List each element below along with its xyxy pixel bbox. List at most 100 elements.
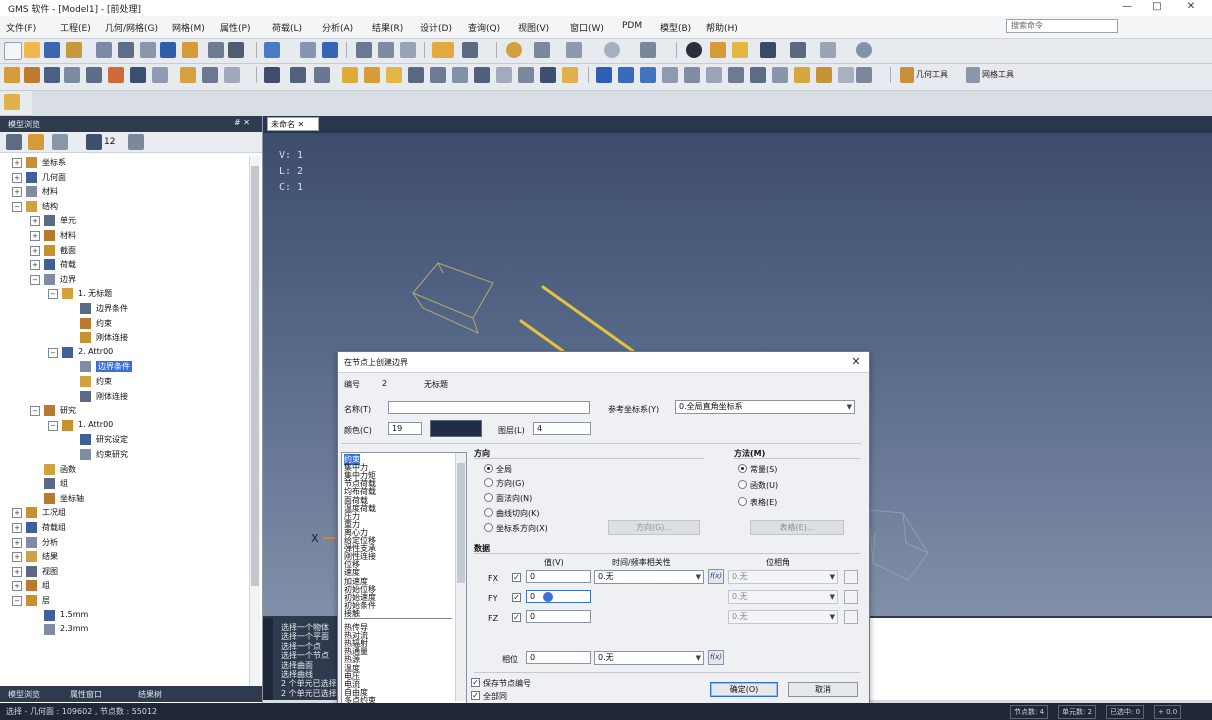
model-tree-scrollbar[interactable] <box>249 156 260 686</box>
trim-icon[interactable] <box>430 67 446 83</box>
tree-item[interactable]: + 组 <box>0 579 248 593</box>
list-icon[interactable] <box>140 42 156 58</box>
tree-expander-icon[interactable]: + <box>30 260 40 271</box>
fy-table-icon[interactable] <box>844 590 858 604</box>
tree-expander-icon[interactable]: − <box>12 596 22 606</box>
method-radio-constant[interactable] <box>738 464 747 473</box>
tree-item[interactable]: − 1. Attr00 <box>0 419 248 433</box>
boundary-icon[interactable] <box>130 67 146 83</box>
tree-expander-icon[interactable]: + <box>12 523 22 533</box>
ok-button[interactable]: 确定(O) <box>710 682 778 697</box>
tree-expander-icon[interactable]: − <box>48 289 58 300</box>
box-icon[interactable] <box>400 42 416 58</box>
geometry-tool-button[interactable]: 几何工具 <box>916 69 948 80</box>
mirror-icon[interactable] <box>540 67 556 83</box>
column-icon[interactable] <box>706 67 722 83</box>
tree-icon[interactable] <box>28 134 44 150</box>
boundary-type-scrollbar[interactable] <box>455 453 466 701</box>
distribute-icon[interactable] <box>378 42 394 58</box>
table-view-icon[interactable] <box>838 67 854 83</box>
material-icon[interactable] <box>44 67 60 83</box>
same-all-checkbox[interactable]: ✓ <box>471 691 480 700</box>
tree-expander-icon[interactable]: + <box>30 216 40 227</box>
tree-item[interactable]: + 截面 <box>0 244 248 258</box>
dialog-close-button[interactable]: ✕ <box>848 355 864 369</box>
menu-view[interactable]: 视图(V) <box>518 21 549 34</box>
tab-property-window[interactable]: 属性窗口 <box>70 689 102 700</box>
fx-table-icon[interactable] <box>844 570 858 584</box>
tree-item[interactable]: + 坐标系 <box>0 156 248 170</box>
print-icon[interactable] <box>228 42 244 58</box>
tree-item[interactable]: 1.5mm <box>0 609 248 623</box>
tree-item[interactable]: + 材料 <box>0 185 248 199</box>
tree-item[interactable]: + 荷载 <box>0 258 248 272</box>
lock-icon[interactable] <box>816 67 832 83</box>
menu-model[interactable]: 模型(B) <box>660 21 691 34</box>
scrollbar-thumb[interactable] <box>251 166 259 586</box>
name-input[interactable] <box>388 401 590 414</box>
color-input[interactable]: 19 <box>388 422 422 435</box>
extrude-icon[interactable] <box>342 67 358 83</box>
tree-item[interactable]: − 1. 无标题 <box>0 287 248 301</box>
menu-help[interactable]: 帮助(H) <box>706 21 738 34</box>
tree-expander-icon[interactable]: + <box>12 508 22 519</box>
options-icon[interactable] <box>128 134 144 150</box>
analysis-icon[interactable] <box>180 67 196 83</box>
menu-file[interactable]: 文件(F) <box>6 21 36 34</box>
tree-expander-icon[interactable]: − <box>12 201 22 212</box>
align-icon[interactable] <box>356 42 372 58</box>
tree-item[interactable]: 约束研究 <box>0 448 248 462</box>
solid-icon[interactable] <box>314 67 330 83</box>
tree-item[interactable]: + 几何面 <box>0 171 248 185</box>
array-icon[interactable] <box>562 67 578 83</box>
fx-checkbox[interactable]: ✓ <box>512 573 521 582</box>
rotate-icon[interactable] <box>506 42 522 58</box>
tree-item[interactable]: 函数 <box>0 463 248 477</box>
menu-mesh[interactable]: 网格(M) <box>172 21 205 34</box>
tree-item[interactable]: − 研究 <box>0 404 248 418</box>
tree-item[interactable]: 研究设定 <box>0 433 248 447</box>
menu-pdm[interactable]: PDM <box>622 21 642 31</box>
spring-icon[interactable] <box>728 67 744 83</box>
menu-analysis[interactable]: 分析(A) <box>322 21 353 34</box>
menu-geometry[interactable]: 几何/网格(G) <box>105 21 158 34</box>
tree-item[interactable]: + 工况组 <box>0 506 248 520</box>
truss-icon[interactable] <box>618 67 634 83</box>
extend-icon[interactable] <box>452 67 468 83</box>
chart-icon[interactable] <box>856 67 872 83</box>
tree-item[interactable]: 边界条件 <box>0 302 248 316</box>
keep-node-number-checkbox[interactable]: ✓ <box>471 678 480 687</box>
filter-icon[interactable] <box>6 134 22 150</box>
tree-expander-icon[interactable]: + <box>12 158 22 168</box>
property-icon[interactable] <box>64 67 80 83</box>
rigid-icon[interactable] <box>772 67 788 83</box>
fx-time-select[interactable]: 0.无 ▼ <box>594 570 704 584</box>
star-icon[interactable] <box>4 94 20 110</box>
fz-table-icon[interactable] <box>844 610 858 624</box>
direction-radio-coordinate[interactable] <box>484 523 493 532</box>
menu-results[interactable]: 结果(R) <box>372 21 403 34</box>
tree-item[interactable]: 约束 <box>0 375 248 389</box>
import-icon[interactable] <box>182 42 198 58</box>
new-file-icon[interactable] <box>4 42 22 60</box>
direction-radio-global[interactable] <box>484 464 493 473</box>
tree-item[interactable]: 组 <box>0 477 248 491</box>
zoom-fit-icon[interactable] <box>604 42 620 58</box>
panel-pin-close[interactable]: # ✕ <box>234 118 250 127</box>
load-icon[interactable] <box>108 67 124 83</box>
link-icon[interactable] <box>322 42 338 58</box>
surface-icon[interactable] <box>290 67 306 83</box>
save-icon[interactable] <box>44 42 60 58</box>
phase-time-select[interactable]: 0.无 ▼ <box>594 651 704 665</box>
view-icon[interactable] <box>640 42 656 58</box>
tree-item[interactable]: 2.3mm <box>0 623 248 637</box>
fillet-icon[interactable] <box>408 67 424 83</box>
geometry-tool-icon[interactable] <box>900 67 914 83</box>
revolve-icon[interactable] <box>364 67 380 83</box>
mesh-tool-button[interactable]: 网格工具 <box>982 69 1014 80</box>
group-icon[interactable] <box>152 67 168 83</box>
edit-icon[interactable] <box>710 42 726 58</box>
menu-window[interactable]: 窗口(W) <box>570 21 604 34</box>
tree-expander-icon[interactable]: − <box>30 406 40 417</box>
tree-item[interactable]: + 材料 <box>0 229 248 243</box>
